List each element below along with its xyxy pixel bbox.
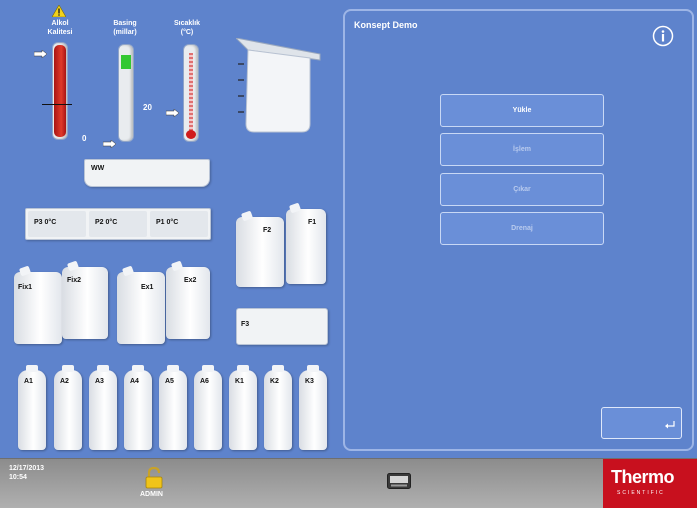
load-button[interactable]: Yükle [440, 94, 604, 127]
reagent-bottle-k1[interactable]: K1 [229, 365, 257, 450]
padlock-icon [144, 466, 164, 489]
temperature-gauge [183, 44, 199, 142]
container-ex1-label: Ex1 [141, 284, 154, 291]
reagent-bottle-a1[interactable]: A1 [18, 365, 46, 450]
drain-button[interactable]: Drenaj [440, 212, 604, 245]
wax-bath-p3-label: P3 0°C [34, 219, 57, 226]
info-icon[interactable] [652, 25, 674, 47]
container-f2[interactable]: F2 [236, 210, 284, 287]
container-ex1[interactable]: Ex1 [117, 265, 165, 344]
reagent-bottle-a5[interactable]: A5 [159, 365, 187, 450]
wax-bath-p3[interactable]: P3 0°C [28, 211, 86, 237]
thermo-scientific-logo: Thermo SCIENTIFIC [603, 459, 697, 508]
brand-name: Thermo [611, 467, 675, 487]
container-f1[interactable]: F1 [286, 202, 326, 284]
reagent-bottle-a1-label: A1 [24, 378, 33, 385]
waste-water-label: WW [91, 165, 105, 172]
pressure-label: Basing (millar) [113, 20, 137, 36]
back-button[interactable] [601, 407, 682, 439]
pressure-value-arrow-icon [165, 104, 180, 118]
wax-bath-group: P3 0°C P2 0°C P1 0°C [25, 208, 211, 240]
reagent-bottle-a6-label: A6 [200, 378, 209, 385]
unload-button[interactable]: Çıkar [440, 173, 604, 206]
container-f1-label: F1 [308, 219, 317, 226]
reagent-bottle-a3[interactable]: A3 [89, 365, 117, 450]
waste-water-tray[interactable]: WW [84, 159, 210, 187]
container-f2-label: F2 [263, 227, 272, 234]
wax-bath-p1[interactable]: P1 0°C [150, 211, 208, 237]
user-lock-button[interactable]: ADMIN [138, 466, 174, 503]
user-name: ADMIN [140, 491, 163, 498]
container-fix1-label: Fix1 [18, 284, 33, 291]
return-arrow-icon [664, 417, 676, 429]
reagent-bottle-a6[interactable]: A6 [194, 365, 222, 450]
status-bar: 12/17/2013 10:54 ADMIN Thermo SCIENTIFIC [0, 458, 697, 508]
alcohol-threshold-line [42, 104, 72, 105]
container-ex2-label: Ex2 [184, 277, 197, 284]
retort-tank[interactable] [234, 37, 322, 134]
wax-bath-p2-label: P2 0°C [95, 219, 118, 226]
pressure-value: 20 [143, 103, 152, 112]
panel-title: Konsept Demo [354, 20, 418, 30]
brand-subtitle: SCIENTIFIC [617, 490, 665, 496]
container-f3[interactable]: F3 [236, 308, 328, 345]
reagent-bottle-a2-label: A2 [60, 378, 69, 385]
container-fix1[interactable]: Fix1 [14, 265, 62, 344]
reagent-bottle-k3-label: K3 [305, 378, 314, 385]
date-text: 12/17/2013 [9, 465, 45, 472]
reagent-bottle-k2-label: K2 [270, 378, 279, 385]
reagent-bottle-a3-label: A3 [95, 378, 104, 385]
pressure-gauge [118, 44, 134, 142]
container-f3-label: F3 [241, 321, 250, 328]
wax-bath-p2[interactable]: P2 0°C [89, 211, 147, 237]
alcohol-level-arrow-icon [33, 45, 48, 59]
pressure-zero-label: 0 [82, 134, 87, 143]
container-ex2[interactable]: Ex2 [166, 260, 210, 339]
alcohol-quality-label: Alkol Kalitesi [47, 20, 73, 36]
temperature-label: Sıcaklık (°C) [173, 20, 201, 36]
reagent-bottle-a4[interactable]: A4 [124, 365, 152, 450]
alcohol-quality-gauge [52, 42, 68, 140]
process-button[interactable]: İşlem [440, 133, 604, 166]
reagent-bottle-k1-label: K1 [235, 378, 244, 385]
pressure-zero-arrow-icon [102, 135, 117, 149]
device-status-icon[interactable] [387, 473, 411, 489]
main-menu-panel: Konsept Demo Yükle İşlem Çıkar Drenaj [343, 9, 694, 451]
wax-bath-p1-label: P1 0°C [156, 219, 179, 226]
time-text: 10:54 [9, 474, 27, 481]
reagent-bottle-a2[interactable]: A2 [54, 365, 82, 450]
container-fix2[interactable]: Fix2 [62, 260, 108, 339]
reagent-bottle-k3[interactable]: K3 [299, 365, 327, 450]
reagent-bottle-a4-label: A4 [130, 378, 139, 385]
reagent-bottle-a5-label: A5 [165, 378, 174, 385]
reagent-bottle-k2[interactable]: K2 [264, 365, 292, 450]
warning-icon [51, 4, 67, 18]
container-fix2-label: Fix2 [67, 277, 82, 284]
